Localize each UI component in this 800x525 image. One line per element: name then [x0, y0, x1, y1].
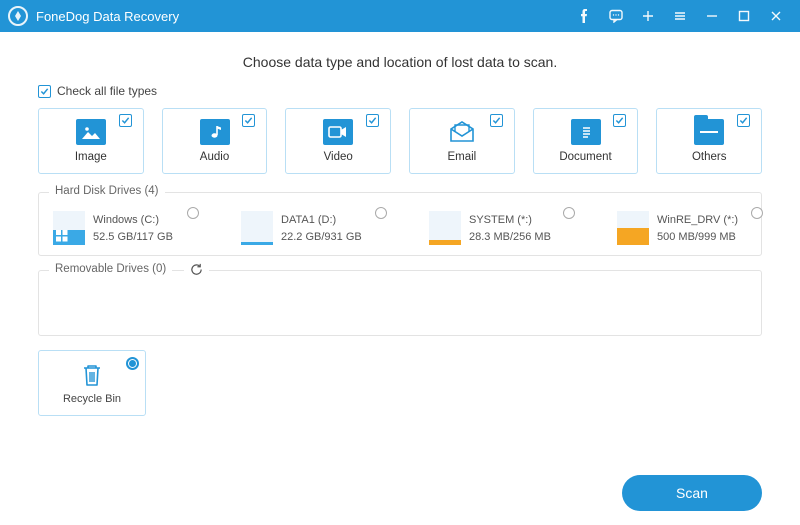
main-content: Choose data type and location of lost da…: [0, 32, 800, 525]
maximize-icon[interactable]: [728, 0, 760, 32]
email-icon: [447, 119, 477, 145]
drive-item[interactable]: Windows (C:)52.5 GB/117 GB: [53, 211, 203, 245]
type-label: Email: [447, 151, 476, 163]
section-label: Hard Disk Drives (4): [49, 185, 165, 197]
feedback-icon[interactable]: [600, 0, 632, 32]
titlebar: FoneDog Data Recovery: [0, 0, 800, 32]
checkbox-icon: [366, 114, 379, 127]
plus-icon[interactable]: [632, 0, 664, 32]
drive-usage-bar: [241, 211, 273, 245]
hard-disk-section: Hard Disk Drives (4) Windows (C:)52.5 GB…: [38, 192, 762, 256]
menu-icon[interactable]: [664, 0, 696, 32]
type-card-image[interactable]: Image: [38, 108, 144, 174]
section-label: Removable Drives (0): [49, 263, 172, 275]
drive-usage-bar: [53, 211, 85, 245]
radio-icon: [751, 207, 763, 219]
type-label: Others: [692, 151, 727, 163]
image-icon: [76, 119, 106, 145]
drive-item[interactable]: DATA1 (D:)22.2 GB/931 GB: [241, 211, 391, 245]
refresh-icon[interactable]: [184, 263, 209, 281]
drive-size: 52.5 GB/117 GB: [93, 229, 173, 246]
radio-icon: [375, 207, 387, 219]
check-all-label: Check all file types: [57, 84, 157, 98]
close-icon[interactable]: [760, 0, 792, 32]
scan-button[interactable]: Scan: [622, 475, 762, 511]
type-label: Video: [324, 151, 353, 163]
type-card-audio[interactable]: Audio: [162, 108, 268, 174]
drive-name: SYSTEM (*:): [469, 212, 551, 229]
app-title: FoneDog Data Recovery: [36, 9, 179, 24]
recycle-bin-card[interactable]: Recycle Bin: [38, 350, 146, 416]
checkbox-icon: [119, 114, 132, 127]
recycle-label: Recycle Bin: [63, 393, 121, 405]
radio-icon: [187, 207, 199, 219]
video-icon: [323, 119, 353, 145]
check-all-file-types[interactable]: Check all file types: [38, 84, 762, 98]
checkbox-icon: [613, 114, 626, 127]
checkbox-icon: [38, 85, 51, 98]
document-icon: [571, 119, 601, 145]
trash-icon: [79, 362, 105, 388]
page-heading: Choose data type and location of lost da…: [38, 54, 762, 70]
facebook-icon[interactable]: [568, 0, 600, 32]
type-card-others[interactable]: Others: [656, 108, 762, 174]
drive-usage-bar: [617, 211, 649, 245]
drive-item[interactable]: WinRE_DRV (*:)500 MB/999 MB: [617, 211, 767, 245]
removable-drives-section: Removable Drives (0): [38, 270, 762, 336]
type-label: Image: [75, 151, 107, 163]
file-types-row: Image Audio Video Email: [38, 108, 762, 174]
drive-name: Windows (C:): [93, 212, 173, 229]
audio-icon: [200, 119, 230, 145]
type-card-email[interactable]: Email: [409, 108, 515, 174]
drive-info: WinRE_DRV (*:)500 MB/999 MB: [657, 212, 738, 245]
windows-icon: [55, 229, 69, 243]
type-label: Audio: [200, 151, 229, 163]
drive-name: WinRE_DRV (*:): [657, 212, 738, 229]
drive-item[interactable]: SYSTEM (*:)28.3 MB/256 MB: [429, 211, 579, 245]
radio-icon: [563, 207, 575, 219]
checkbox-icon: [490, 114, 503, 127]
type-label: Document: [559, 151, 611, 163]
radio-selected-icon: [126, 357, 139, 370]
drive-size: 28.3 MB/256 MB: [469, 229, 551, 246]
type-card-video[interactable]: Video: [285, 108, 391, 174]
type-card-document[interactable]: Document: [533, 108, 639, 174]
drive-name: DATA1 (D:): [281, 212, 362, 229]
folder-icon: [694, 119, 724, 145]
drive-info: SYSTEM (*:)28.3 MB/256 MB: [469, 212, 551, 245]
drive-size: 500 MB/999 MB: [657, 229, 738, 246]
drive-size: 22.2 GB/931 GB: [281, 229, 362, 246]
minimize-icon[interactable]: [696, 0, 728, 32]
checkbox-icon: [242, 114, 255, 127]
checkbox-icon: [737, 114, 750, 127]
drive-usage-bar: [429, 211, 461, 245]
drive-info: DATA1 (D:)22.2 GB/931 GB: [281, 212, 362, 245]
app-logo-icon: [8, 6, 28, 26]
drive-info: Windows (C:)52.5 GB/117 GB: [93, 212, 173, 245]
